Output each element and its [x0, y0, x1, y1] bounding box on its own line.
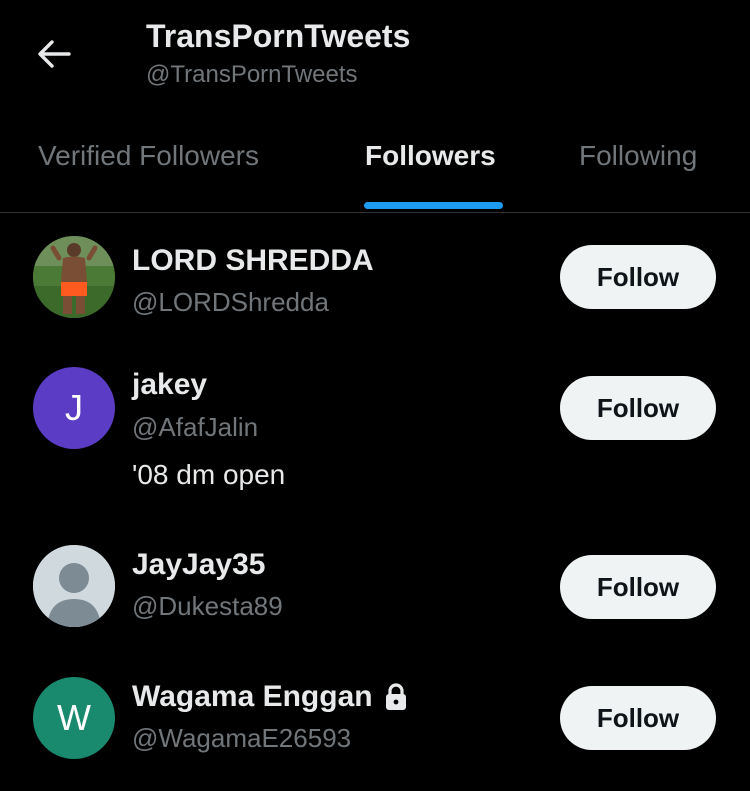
follow-button[interactable]: Follow: [560, 245, 716, 309]
avatar-letter: J: [65, 387, 83, 428]
page-handle: @TransPornTweets: [146, 61, 358, 88]
tab-verified-followers[interactable]: Verified Followers: [38, 140, 259, 172]
user-name: JayJay35: [132, 548, 266, 581]
user-handle: @Dukesta89: [132, 591, 283, 621]
user-name: Wagama Enggan: [132, 680, 409, 714]
user-handle: @AfafJalin: [132, 412, 259, 442]
tab-bar: Verified Followers Followers Following: [0, 120, 750, 213]
list-item[interactable]: J jakey @AfafJalin '08 dm open Follow: [0, 366, 750, 506]
user-name: LORD SHREDDA: [132, 244, 374, 277]
avatar-letter: W: [57, 697, 91, 738]
list-item[interactable]: JayJay35 @Dukesta89 Follow: [0, 545, 750, 645]
avatar[interactable]: [33, 236, 115, 318]
arrow-left-icon: [38, 40, 71, 68]
top-bar: TransPornTweets @TransPornTweets: [0, 0, 750, 110]
follow-button[interactable]: Follow: [560, 555, 716, 619]
avatar[interactable]: [33, 545, 115, 627]
page-title: TransPornTweets: [146, 18, 411, 54]
user-bio: '08 dm open: [132, 459, 286, 490]
list-item[interactable]: LORD SHREDDA @LORDShredda Follow: [0, 234, 750, 344]
active-tab-indicator: [364, 202, 503, 209]
follow-button[interactable]: Follow: [560, 376, 716, 440]
user-handle: @WagamaE26593: [132, 723, 352, 753]
list-item[interactable]: W Wagama Enggan @WagamaE26593 Follow: [0, 676, 750, 776]
default-profile-icon: [33, 545, 115, 627]
tab-followers[interactable]: Followers: [365, 140, 496, 172]
profile-photo: [33, 236, 115, 318]
back-button[interactable]: [34, 34, 74, 74]
avatar[interactable]: J: [33, 367, 115, 449]
user-name: jakey: [132, 368, 208, 401]
user-handle: @LORDShredda: [132, 287, 329, 317]
avatar[interactable]: W: [33, 677, 115, 759]
tab-following[interactable]: Following: [579, 140, 697, 172]
follow-button[interactable]: Follow: [560, 686, 716, 750]
lock-icon: [385, 683, 406, 710]
